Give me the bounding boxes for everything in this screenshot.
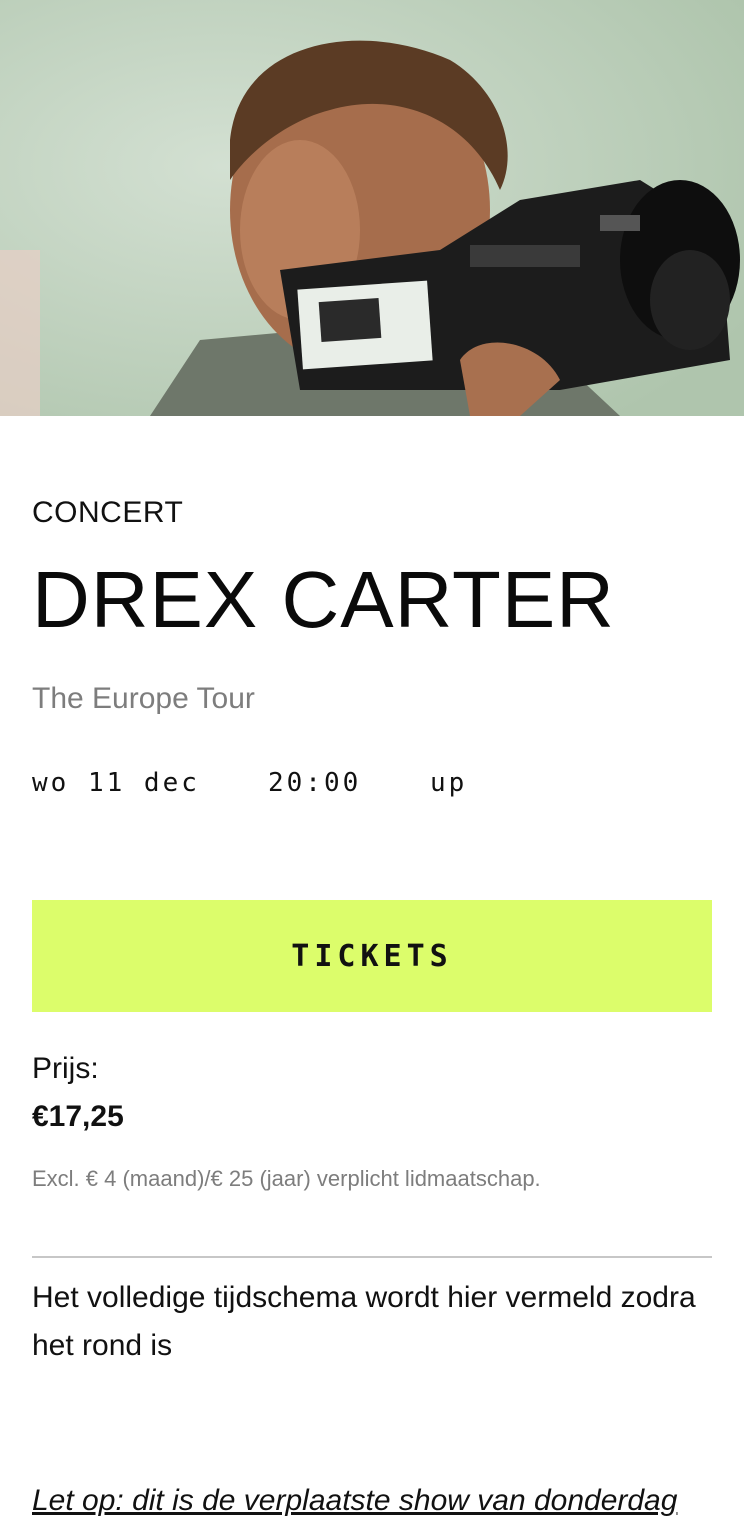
membership-note: Excl. € 4 (maand)/€ 25 (jaar) verplicht …	[32, 1166, 541, 1191]
tickets-button[interactable]: TICKETS	[32, 900, 712, 1012]
event-meta: wo 11 dec 20:00 up	[32, 768, 467, 798]
divider	[32, 1256, 712, 1258]
hero-photo	[0, 0, 744, 416]
event-subtitle: The Europe Tour	[32, 682, 255, 715]
price-value: €17,25	[32, 1100, 124, 1133]
price-label: Prijs:	[32, 1052, 99, 1085]
event-time: 20:00	[268, 768, 362, 798]
event-date: wo 11 dec	[32, 768, 200, 798]
event-venue[interactable]: up	[430, 768, 467, 798]
event-title: DREX CARTER	[32, 555, 615, 644]
rescheduled-note: Let op: dit is de verplaatste show van d…	[32, 1484, 678, 1517]
schedule-text: Het volledige tijdschema wordt hier verm…	[32, 1281, 696, 1362]
event-hero-image	[0, 0, 744, 416]
event-category: CONCERT	[32, 496, 184, 529]
